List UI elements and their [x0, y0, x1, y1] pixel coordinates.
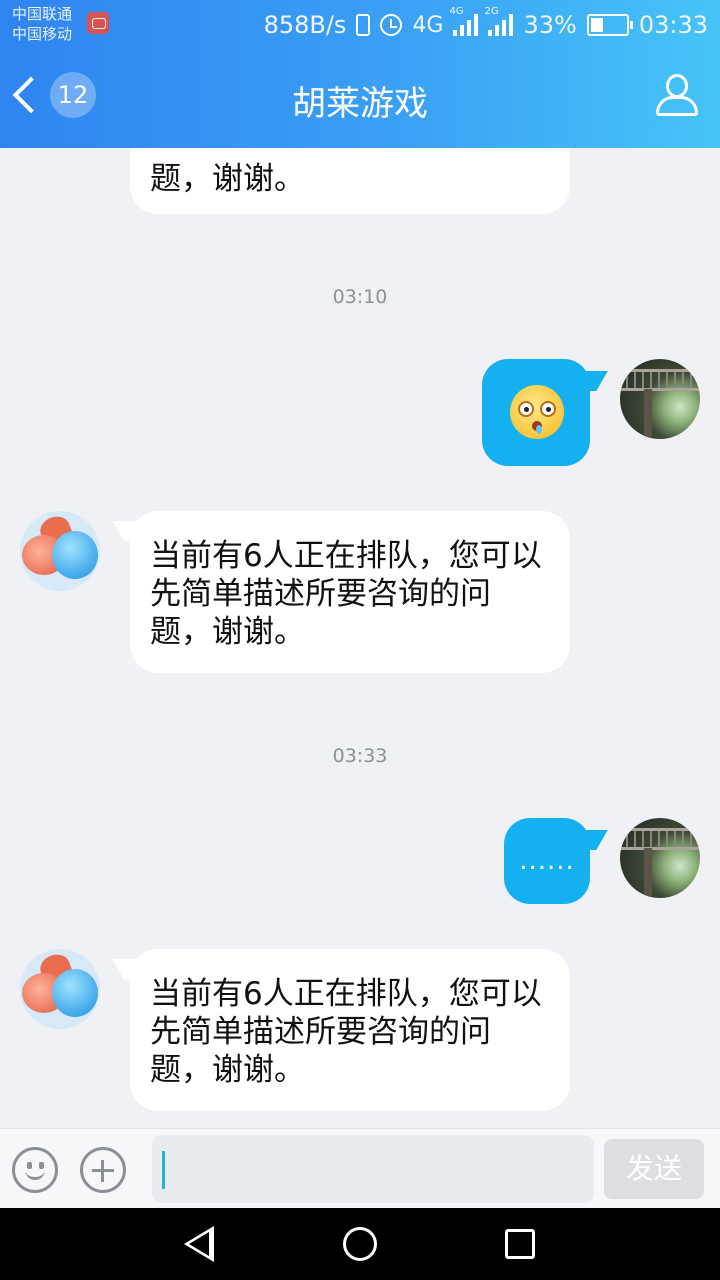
battery-percent: 33% — [523, 11, 577, 39]
service-avatar[interactable] — [20, 949, 100, 1029]
timestamp: 03:10 — [332, 286, 388, 308]
message-text: ...... — [519, 846, 575, 876]
profile-button[interactable] — [654, 72, 700, 120]
status-indicators: 858B/s 4G 4G 2G 33% 03:33 — [263, 6, 708, 42]
send-button[interactable]: 发送 — [604, 1139, 704, 1199]
input-bar: 发送 — [0, 1128, 720, 1208]
vibrate-icon — [356, 14, 371, 36]
page-title: 胡莱游戏 — [292, 84, 428, 124]
signal-4g-icon: 4G — [449, 6, 479, 36]
net-speed: 858B/s — [263, 11, 347, 39]
carrier-labels: 中国联通 中国移动 — [12, 4, 72, 44]
user-avatar[interactable] — [620, 359, 700, 439]
signal-2g-tag: 2G — [484, 6, 499, 17]
person-icon — [656, 96, 698, 116]
message-text: 当前有6人正在排队，您可以先简单描述所要咨询的问题，谢谢。 — [150, 538, 542, 650]
message-incoming-partial[interactable]: 题，谢谢。 — [130, 148, 570, 214]
message-incoming[interactable]: 当前有6人正在排队，您可以先简单描述所要咨询的问题，谢谢。 — [130, 511, 570, 673]
unread-count-badge: 12 — [50, 72, 96, 118]
nav-back-icon[interactable] — [184, 1226, 214, 1262]
message-incoming[interactable]: 当前有6人正在排队，您可以先简单描述所要咨询的问题，谢谢。 — [130, 949, 570, 1111]
top-bar: 中国联通 中国移动 858B/s 4G 4G 2G 33% 03:33 12 胡… — [0, 0, 720, 148]
notification-icon — [87, 12, 109, 34]
status-bar: 中国联通 中国移动 858B/s 4G 4G 2G 33% 03:33 — [0, 0, 720, 50]
emoji-button[interactable] — [12, 1147, 58, 1193]
service-avatar[interactable] — [20, 511, 100, 591]
message-outgoing[interactable]: ...... — [504, 818, 590, 904]
message-outgoing-emoji[interactable] — [482, 359, 590, 466]
user-avatar[interactable] — [620, 818, 700, 898]
message-text: 题，谢谢。 — [150, 161, 305, 197]
message-text: 当前有6人正在排队，您可以先简单描述所要咨询的问题，谢谢。 — [150, 976, 542, 1088]
message-input[interactable] — [152, 1135, 594, 1203]
person-icon-head — [666, 74, 688, 98]
alarm-icon — [380, 14, 403, 36]
chat-area[interactable]: 题，谢谢。 03:10 当前有6人正在排队，您可以先简单描述所要咨询的问题，谢谢… — [0, 148, 720, 1128]
nav-bar: 12 胡莱游戏 — [0, 50, 720, 148]
timestamp: 03:33 — [332, 745, 388, 767]
nav-recents-icon[interactable] — [505, 1229, 535, 1259]
back-button[interactable]: 12 — [10, 68, 110, 128]
carrier-2: 中国移动 — [12, 25, 73, 43]
signal-4g-tag: 4G — [449, 6, 464, 17]
nav-home-icon[interactable] — [343, 1227, 377, 1261]
carrier-1: 中国联通 — [12, 5, 73, 23]
more-button[interactable] — [80, 1147, 126, 1193]
network-4g-label: 4G — [412, 12, 444, 38]
signal-2g-icon: 2G — [484, 6, 514, 36]
battery-icon — [586, 14, 633, 36]
chevron-left-icon — [12, 76, 50, 114]
text-caret — [162, 1151, 165, 1189]
clock: 03:33 — [638, 11, 708, 39]
system-nav-bar — [0, 1208, 720, 1280]
shocked-face-emoji-icon — [510, 385, 564, 439]
